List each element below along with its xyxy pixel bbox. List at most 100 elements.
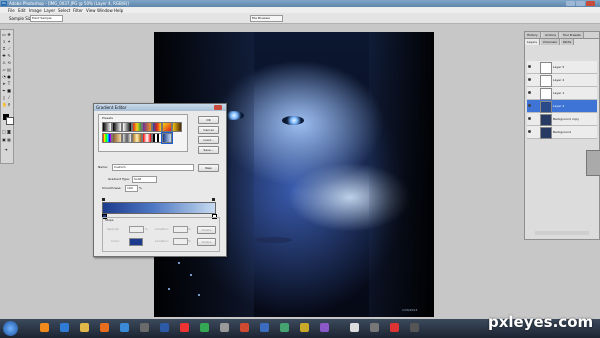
app-icon[interactable] [140, 323, 149, 332]
shape-tool-icon[interactable]: ■ [7, 89, 11, 93]
eye-icon[interactable] [528, 104, 531, 107]
brush-tool-icon[interactable]: ✎ [7, 54, 11, 58]
app-icon[interactable] [410, 323, 419, 332]
type-tool-icon[interactable]: T [7, 82, 11, 86]
move-tool-icon[interactable]: ✥ [7, 33, 11, 37]
quick-mask-off-icon[interactable]: □ [2, 130, 6, 134]
preset-swatch[interactable] [122, 122, 132, 132]
eye-icon[interactable] [528, 130, 531, 133]
preset-swatch[interactable] [172, 122, 182, 132]
gradient-preview-bar[interactable] [102, 202, 216, 214]
eye-icon[interactable] [528, 91, 531, 94]
preset-swatch[interactable] [102, 133, 112, 143]
internet-explorer-icon[interactable] [60, 323, 69, 332]
preset-swatch[interactable] [142, 133, 152, 143]
lasso-tool-icon[interactable]: ↄ [2, 40, 6, 44]
tab-paths[interactable]: Paths [561, 39, 575, 45]
magic-wand-tool-icon[interactable]: ✦ [7, 40, 11, 44]
new-button[interactable]: New [198, 164, 219, 172]
smoothness-field[interactable]: 100 [125, 185, 138, 192]
preset-swatch[interactable] [142, 122, 152, 132]
ok-button[interactable]: OK [198, 116, 219, 124]
history-brush-tool-icon[interactable]: ⟲ [7, 61, 11, 65]
app-icon[interactable] [320, 323, 329, 332]
eraser-tool-icon[interactable]: ▱ [2, 68, 6, 72]
preset-swatch[interactable] [152, 133, 162, 143]
pen-tool-icon[interactable]: ✒ [2, 89, 6, 93]
hand-tool-icon[interactable]: ✋ [2, 103, 7, 107]
zoom-tool-icon[interactable]: ⚲ [7, 103, 11, 107]
screen-mode-icon[interactable]: ▣ [2, 138, 6, 142]
start-button[interactable] [3, 321, 18, 336]
notes-tool-icon[interactable]: ▯ [2, 96, 6, 100]
tab-channels[interactable]: Channels [541, 39, 560, 45]
quick-mask-on-icon[interactable]: ◙ [7, 130, 11, 134]
opacity-stop-right[interactable] [212, 198, 215, 201]
folder-icon[interactable] [80, 323, 89, 332]
layer-row-selected[interactable]: Layer 4 [527, 100, 597, 113]
preset-swatch-selected[interactable] [161, 132, 173, 144]
load-button[interactable]: Load... [198, 136, 219, 144]
photoshop-taskbar-icon[interactable] [160, 323, 169, 332]
file-browser-tab[interactable]: File Browser [250, 15, 283, 22]
tab-layers[interactable]: Layers [525, 39, 540, 45]
layer-row[interactable]: Background [527, 126, 597, 139]
crop-tool-icon[interactable]: ⌗ [2, 47, 6, 51]
sample-size-select[interactable]: Point Sample [30, 15, 63, 22]
app-icon[interactable] [180, 323, 189, 332]
app-icon[interactable] [350, 323, 359, 332]
opacity-location-field[interactable] [173, 226, 188, 233]
blur-tool-icon[interactable]: ◔ [2, 75, 6, 79]
preset-swatch[interactable] [122, 133, 132, 143]
firefox-icon[interactable] [40, 323, 49, 332]
marquee-tool-icon[interactable]: ▭ [2, 33, 6, 37]
preset-swatch[interactable] [112, 133, 122, 143]
app-icon[interactable] [220, 323, 229, 332]
opacity-delete-button[interactable]: Delete [197, 226, 216, 234]
jump-to-imageready-icon[interactable]: ➜ [4, 148, 8, 152]
app-icon[interactable] [120, 323, 129, 332]
app-icon[interactable] [300, 323, 309, 332]
layer-row[interactable]: Layer 1 [527, 87, 597, 100]
preset-swatch[interactable] [162, 122, 172, 132]
preset-swatch[interactable] [132, 122, 142, 132]
eye-icon[interactable] [528, 117, 531, 120]
preset-swatch[interactable] [132, 133, 142, 143]
opacity-field[interactable] [129, 226, 144, 233]
preset-swatch[interactable] [112, 122, 122, 132]
preset-swatch[interactable] [152, 122, 162, 132]
minimize-button[interactable] [566, 1, 575, 6]
maximize-button[interactable] [576, 1, 585, 6]
slice-tool-icon[interactable]: ⟋ [7, 47, 11, 51]
color-location-field[interactable] [173, 238, 188, 245]
clone-stamp-tool-icon[interactable]: ♙ [2, 61, 6, 65]
close-button[interactable] [586, 1, 595, 6]
app-icon[interactable] [200, 323, 209, 332]
stop-color-swatch[interactable] [129, 238, 143, 246]
app-icon[interactable] [370, 323, 379, 332]
save-button[interactable]: Save... [198, 146, 219, 154]
path-selection-tool-icon[interactable]: ➤ [2, 82, 6, 86]
fullscreen-mode-icon[interactable]: ▦ [7, 138, 11, 142]
layer-row[interactable]: Layer 2 [527, 74, 597, 87]
gradient-tool-icon[interactable]: ▤ [7, 68, 11, 72]
healing-brush-tool-icon[interactable]: ✚ [2, 54, 6, 58]
dialog-close-button[interactable] [214, 105, 222, 110]
app-icon[interactable] [390, 323, 399, 332]
background-color-swatch[interactable] [6, 117, 14, 125]
layer-row[interactable]: Layer 5 [527, 61, 597, 74]
gradient-type-select[interactable]: Solid [132, 176, 157, 183]
media-player-icon[interactable] [100, 323, 109, 332]
panel-collapse-handle[interactable] [586, 150, 600, 176]
app-icon[interactable] [240, 323, 249, 332]
preset-swatch[interactable] [102, 122, 112, 132]
app-icon[interactable] [260, 323, 269, 332]
eye-icon[interactable] [528, 78, 531, 81]
dodge-tool-icon[interactable]: ● [7, 75, 11, 79]
name-field[interactable]: Custom [112, 164, 194, 171]
eye-icon[interactable] [528, 65, 531, 68]
color-delete-button[interactable]: Delete [197, 238, 216, 246]
eyedropper-tool-icon[interactable]: ⁄ [7, 96, 11, 100]
opacity-stop-left[interactable] [102, 198, 105, 201]
cancel-button[interactable]: Cancel [198, 126, 219, 134]
